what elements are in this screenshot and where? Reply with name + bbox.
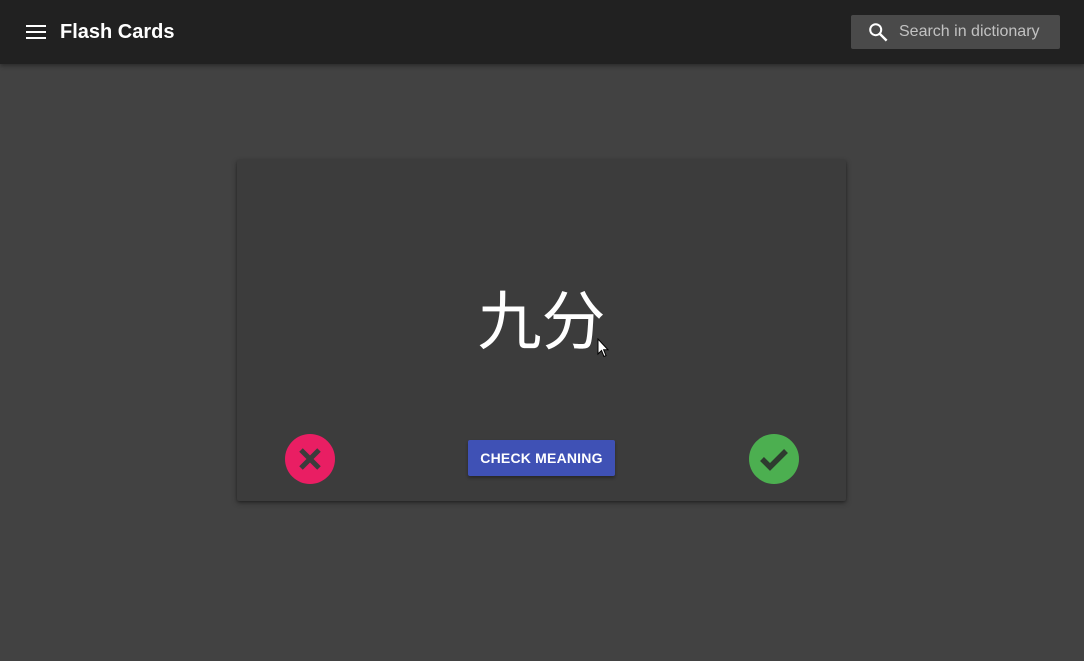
search-icon [869, 23, 888, 42]
flash-card: 九分 CHECK MEANING [237, 160, 846, 501]
right-button[interactable] [749, 434, 799, 484]
search-input[interactable] [899, 15, 1054, 49]
check-icon [760, 449, 788, 471]
mouse-cursor-icon [597, 338, 609, 358]
menu-icon [26, 25, 46, 39]
wrong-button[interactable] [285, 434, 335, 484]
close-icon [299, 448, 321, 470]
app-bar: Flash Cards [0, 0, 1084, 64]
card-term: 九分 [477, 286, 606, 360]
app-title: Flash Cards [60, 21, 175, 43]
check-meaning-button[interactable]: CHECK MEANING [468, 440, 615, 476]
menu-button[interactable] [20, 16, 52, 48]
search-box[interactable] [851, 15, 1060, 49]
